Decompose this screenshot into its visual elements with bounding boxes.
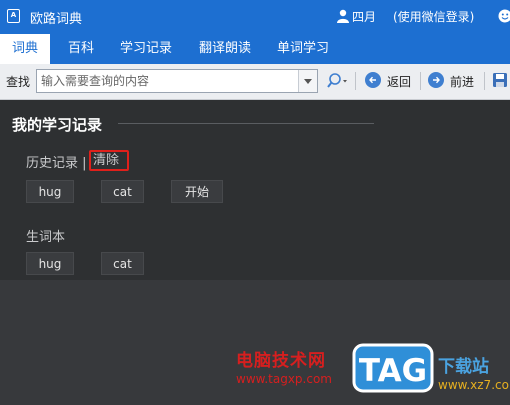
forward-arrow-icon (428, 72, 444, 88)
tab-translate-read[interactable]: 翻译朗读 (189, 34, 261, 64)
user-name[interactable]: 四月 (352, 8, 376, 25)
history-word-chip[interactable]: cat (101, 180, 144, 203)
toolbar-divider (484, 72, 485, 90)
wechat-login-link[interactable]: (使用微信登录) (393, 8, 474, 25)
tag-logo-icon: TAG (352, 343, 434, 393)
toolbar-divider (420, 72, 421, 90)
page-title: 我的学习记录 (12, 116, 103, 134)
app-title: 欧路词典 (30, 12, 83, 27)
watermark-site: 下载站 (438, 357, 489, 377)
chevron-down-icon (304, 79, 312, 84)
tab-dictionary[interactable]: 词典 (0, 34, 50, 64)
back-button[interactable]: 返回 (365, 71, 421, 91)
search-toolbar: 查找 返回 前进 (0, 64, 510, 100)
search-box (36, 69, 318, 93)
search-label: 查找 (6, 75, 31, 89)
watermark-url: www.tagxp.com (236, 372, 332, 386)
forward-button[interactable]: 前进 (428, 71, 484, 91)
history-word-chip[interactable]: hug (26, 180, 74, 203)
smile-icon[interactable] (498, 9, 510, 23)
forward-label: 前进 (450, 75, 475, 89)
tab-word-study[interactable]: 单词学习 (267, 34, 339, 64)
main-tab-bar: 词典 百科 学习记录 翻译朗读 单词学习 (0, 34, 510, 64)
clear-history-link[interactable]: 清除 (89, 150, 129, 171)
user-icon[interactable] (337, 9, 349, 23)
title-bar: A 欧路词典 四月 (使用微信登录) (0, 0, 510, 34)
history-label: 历史记录 | (26, 156, 87, 171)
tab-encyclopedia[interactable]: 百科 (58, 34, 104, 64)
search-input[interactable] (41, 70, 297, 92)
search-history-dropdown[interactable] (298, 70, 317, 92)
app-logo-icon: A (7, 9, 20, 23)
search-icon[interactable] (326, 72, 348, 90)
vocab-word-chip[interactable]: hug (26, 252, 74, 275)
back-label: 返回 (387, 75, 412, 89)
vocabulary-book-label: 生词本 (26, 230, 66, 245)
study-records-panel: 我的学习记录 历史记录 | 清除 hug cat 开始 生词本 hug cat (0, 100, 510, 280)
back-arrow-icon (365, 72, 381, 88)
toolbar-divider (355, 72, 356, 90)
watermark-domain: www.xz7.com (438, 378, 510, 392)
tab-study-records[interactable]: 学习记录 (110, 34, 182, 64)
watermark-brand: 电脑技术网 (236, 351, 326, 371)
vocab-word-chip[interactable]: cat (101, 252, 144, 275)
title-divider (118, 123, 374, 124)
history-word-chip[interactable]: 开始 (171, 180, 223, 203)
save-icon[interactable] (492, 72, 508, 88)
tag-logo-text: TAG (359, 353, 427, 389)
